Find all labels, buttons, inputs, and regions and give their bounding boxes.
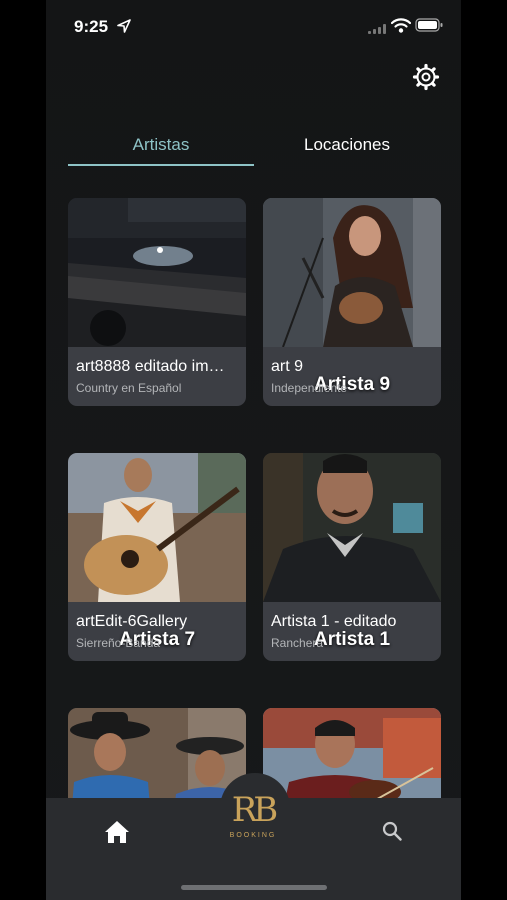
logo-mark: RB bbox=[231, 790, 279, 830]
card-subtitle: Independiente bbox=[271, 381, 348, 395]
status-bar: 9:25 bbox=[46, 0, 461, 50]
location-arrow-icon bbox=[117, 19, 131, 33]
artist-card[interactable]: art8888 editado im… Country en Español bbox=[68, 198, 246, 406]
singer-guitar-image bbox=[263, 198, 441, 347]
logo-text: BOOKING bbox=[229, 832, 277, 839]
artist-card[interactable]: Artista 1 Artista 1 - editado Ranchera bbox=[263, 453, 441, 661]
segment-tabs: Artistas Locaciones bbox=[68, 128, 440, 168]
tab-artistas[interactable]: Artistas bbox=[68, 128, 254, 166]
card-title: art 9 bbox=[271, 358, 304, 375]
artist-card[interactable]: Artista 7 artEdit-6Gallery Sierreño-Band… bbox=[68, 453, 246, 661]
search-icon[interactable] bbox=[382, 821, 402, 841]
card-title: artEdit-6Gallery bbox=[76, 613, 188, 630]
card-title: Artista 1 - editado bbox=[271, 613, 397, 630]
battery-icon bbox=[415, 18, 443, 32]
card-subtitle: Ranchera bbox=[271, 636, 324, 650]
mariachi-guitarist-image bbox=[68, 453, 246, 602]
card-title: art8888 editado im… bbox=[76, 358, 225, 375]
card-subtitle: Country en Español bbox=[76, 381, 182, 395]
artist-card[interactable]: Artista 9 art 9 Independiente bbox=[263, 198, 441, 406]
card-subtitle: Sierreño-Banda bbox=[76, 636, 161, 650]
concert-crowd-image bbox=[68, 198, 246, 347]
app-screen: 9:25 Artistas Locaciones art8888 editado… bbox=[46, 0, 461, 900]
home-indicator bbox=[181, 885, 327, 890]
cellular-signal-icon bbox=[368, 24, 386, 34]
wifi-icon bbox=[391, 18, 411, 33]
singer-charro-image bbox=[263, 453, 441, 602]
tab-locaciones[interactable]: Locaciones bbox=[254, 128, 440, 164]
rb-booking-logo[interactable]: RB BOOKING bbox=[218, 790, 288, 852]
home-icon[interactable] bbox=[104, 820, 130, 844]
status-time: 9:25 bbox=[74, 17, 109, 36]
settings-gear-icon[interactable] bbox=[412, 63, 440, 91]
